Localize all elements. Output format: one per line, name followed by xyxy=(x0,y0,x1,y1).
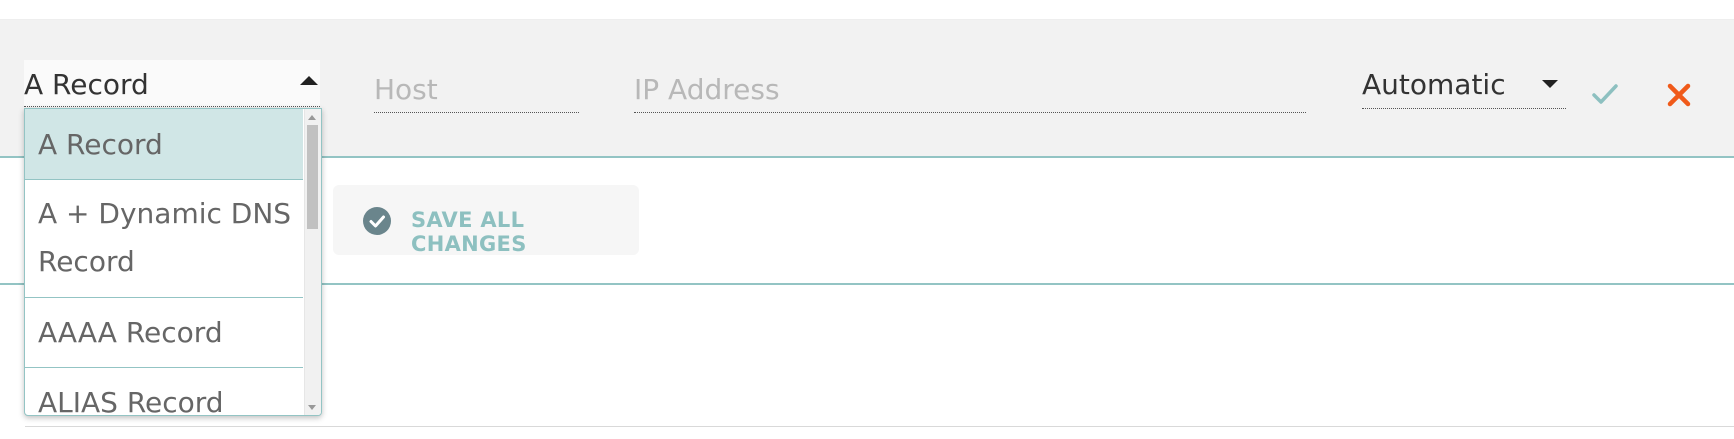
dropdown-option[interactable]: ALIAS Record xyxy=(25,368,303,415)
close-icon xyxy=(1667,83,1691,107)
host-input[interactable] xyxy=(374,66,579,113)
ip-address-input[interactable] xyxy=(634,66,1306,113)
caret-up-icon xyxy=(300,76,318,85)
scroll-up-icon[interactable] xyxy=(308,115,316,120)
check-icon xyxy=(1592,84,1618,104)
check-circle-icon xyxy=(363,207,391,235)
save-all-changes-button[interactable]: SAVE ALL CHANGES xyxy=(333,185,639,256)
save-all-label: SAVE ALL CHANGES xyxy=(411,208,527,256)
dropdown-option[interactable]: AAAA Record xyxy=(25,298,303,368)
ttl-value: Automatic xyxy=(1362,68,1506,101)
ttl-select[interactable]: Automatic xyxy=(1362,64,1566,109)
dropdown-option[interactable]: A Record xyxy=(25,109,303,180)
check-icon xyxy=(369,215,385,228)
record-type-value: A Record xyxy=(24,68,149,101)
bottom-divider xyxy=(25,426,1734,427)
record-type-dropdown[interactable]: A Record A + Dynamic DNS Record AAAA Rec… xyxy=(24,108,322,416)
confirm-record-button[interactable] xyxy=(1590,80,1620,110)
chevron-down-icon xyxy=(1542,80,1558,88)
scroll-down-icon[interactable] xyxy=(308,405,316,410)
dropdown-option[interactable]: A + Dynamic DNS Record xyxy=(25,180,303,298)
dropdown-scroll-thumb[interactable] xyxy=(307,125,318,229)
cancel-record-button[interactable] xyxy=(1664,80,1694,110)
record-type-select[interactable]: A Record xyxy=(24,60,320,107)
